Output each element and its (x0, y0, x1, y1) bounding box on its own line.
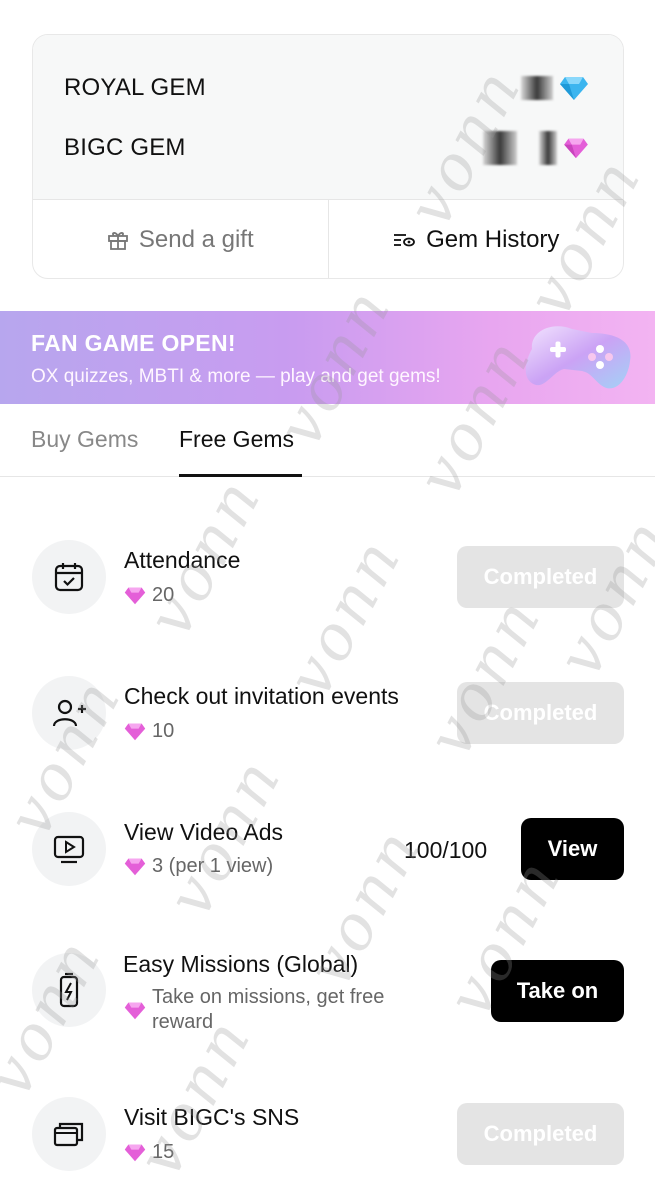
gem-tabs: Buy Gems Free Gems (0, 404, 655, 477)
gem-balance-list: ROYAL GEM BIGC GEM (33, 35, 623, 199)
add-user-icon (52, 699, 86, 727)
redacted-amount (521, 76, 553, 100)
gem-history-label: Gem History (426, 226, 560, 253)
window-stack-icon (53, 1122, 84, 1147)
pink-diamond-icon (124, 723, 146, 741)
royal-gem-label: ROYAL GEM (64, 74, 206, 101)
royal-gem-value (521, 75, 589, 101)
tab-free-gems[interactable]: Free Gems (179, 426, 294, 453)
pink-diamond-icon (124, 858, 146, 876)
fan-game-banner[interactable]: FAN GAME OPEN! OX quizzes, MBTI & more —… (0, 311, 655, 404)
completed-button[interactable]: Completed (457, 1103, 624, 1165)
bigc-gem-value (483, 131, 589, 165)
mission-icon-bg (32, 540, 106, 614)
mission-visit-sns: Visit BIGC's SNS 15 Completed (0, 1097, 655, 1197)
game-controller-icon (525, 326, 631, 389)
battery-charge-icon (59, 972, 79, 1008)
gem-balance-card: ROYAL GEM BIGC GEM Send a gift Gem Histo… (32, 34, 624, 279)
blue-diamond-icon (560, 77, 588, 100)
gem-history-button[interactable]: Gem History (327, 200, 624, 278)
mission-title: View Video Ads (124, 819, 283, 845)
pink-diamond-icon (124, 587, 146, 605)
mission-reward-amount: 3 (per 1 view) (152, 855, 274, 877)
mission-icon-bg (32, 953, 106, 1027)
mission-icon-bg (32, 1097, 106, 1171)
gift-icon (107, 232, 128, 250)
mission-reward-amount: 15 (152, 1141, 175, 1163)
mission-icon-bg (32, 812, 106, 886)
tab-buy-gems[interactable]: Buy Gems (31, 426, 138, 453)
pink-diamond-icon (124, 1144, 146, 1162)
mission-reward: Take on missions, get free reward (124, 985, 422, 1035)
mission-title: Visit BIGC's SNS (124, 1104, 300, 1130)
completed-button[interactable]: Completed (457, 546, 624, 608)
mission-reward: 3 (per 1 view) (124, 855, 273, 878)
bigc-gem-label: BIGC GEM (64, 134, 186, 161)
mission-reward: 20 (124, 584, 174, 607)
history-list-icon (394, 234, 415, 247)
mission-video-ads: View Video Ads 3 (per 1 view) 100/100 Vi… (0, 812, 655, 912)
send-gift-label: Send a gift (138, 226, 254, 253)
mission-attendance: Attendance 20 Completed (0, 540, 655, 640)
completed-button[interactable]: Completed (457, 682, 624, 744)
pink-diamond-icon (124, 1002, 146, 1020)
view-count: 100/100 (404, 837, 488, 863)
take-on-button[interactable]: Take on (491, 960, 624, 1022)
mission-invitation-events: Check out invitation events 10 Completed (0, 676, 655, 776)
pink-diamond-icon (564, 138, 588, 159)
mission-reward: 15 (124, 1141, 174, 1164)
calendar-check-icon (54, 563, 84, 592)
mission-icon-bg (32, 676, 106, 750)
mission-reward: 10 (124, 720, 174, 743)
royal-gem-row: ROYAL GEM (33, 73, 623, 103)
bigc-gem-row: BIGC GEM (33, 131, 623, 165)
redacted-amount (483, 131, 517, 165)
mission-title: Easy Missions (Global) (123, 951, 359, 977)
banner-title: FAN GAME OPEN! (31, 330, 236, 356)
mission-easy-missions: Easy Missions (Global) Take on missions,… (0, 951, 655, 1053)
mission-title: Check out invitation events (124, 683, 399, 709)
banner-subtitle: OX quizzes, MBTI & more — play and get g… (31, 366, 441, 387)
redacted-amount (539, 131, 557, 165)
mission-reward-amount: 20 (152, 584, 175, 606)
send-gift-button[interactable]: Send a gift (33, 200, 328, 278)
mission-reward-amount: 10 (152, 720, 175, 742)
video-play-icon (53, 835, 85, 864)
view-button[interactable]: View (521, 818, 624, 880)
active-tab-indicator (179, 474, 302, 477)
balance-actions: Send a gift Gem History (33, 199, 624, 278)
mission-reward-description: Take on missions, get free reward (152, 986, 385, 1033)
mission-title: Attendance (124, 547, 241, 573)
